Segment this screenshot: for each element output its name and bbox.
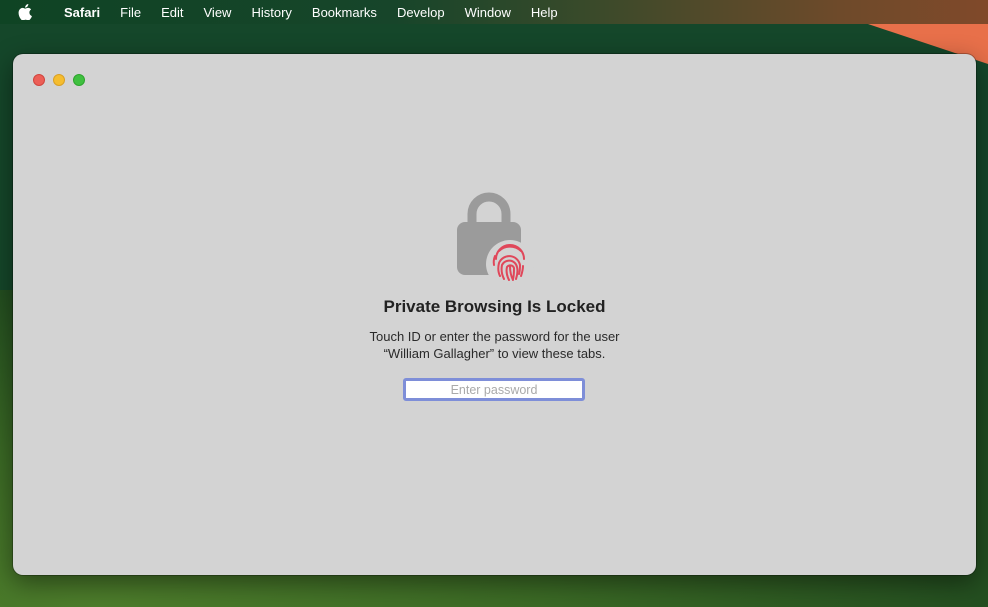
- window-controls: [33, 74, 85, 86]
- menu-bar: Safari File Edit View History Bookmarks …: [0, 0, 988, 24]
- description-line-1: Touch ID or enter the password for the u…: [369, 329, 620, 344]
- safari-window: Private Browsing Is Locked Touch ID or e…: [13, 54, 976, 575]
- menu-safari[interactable]: Safari: [54, 5, 110, 20]
- locked-description: Touch ID or enter the password for the u…: [13, 328, 976, 362]
- menu-bookmarks[interactable]: Bookmarks: [302, 5, 387, 20]
- menu-edit[interactable]: Edit: [151, 5, 193, 20]
- lock-icon: [454, 186, 544, 288]
- minimize-button[interactable]: [53, 74, 65, 86]
- menu-view[interactable]: View: [194, 5, 242, 20]
- apple-menu-icon[interactable]: [18, 4, 40, 20]
- menu-help[interactable]: Help: [521, 5, 568, 20]
- menu-history[interactable]: History: [241, 5, 301, 20]
- menu-develop[interactable]: Develop: [387, 5, 455, 20]
- description-line-2: “William Gallagher” to view these tabs.: [383, 346, 606, 361]
- close-button[interactable]: [33, 74, 45, 86]
- zoom-button[interactable]: [73, 74, 85, 86]
- menu-file[interactable]: File: [110, 5, 151, 20]
- locked-title: Private Browsing Is Locked: [383, 297, 606, 316]
- password-input[interactable]: [403, 378, 585, 401]
- menu-window[interactable]: Window: [455, 5, 521, 20]
